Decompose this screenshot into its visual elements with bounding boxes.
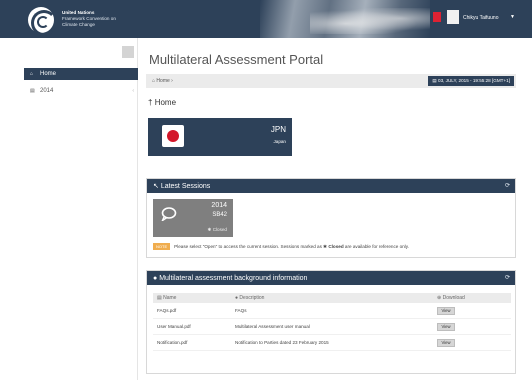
sidebar-item-2014[interactable]: ▤ 2014 ‹ (24, 85, 138, 97)
chevron-left-icon: ‹ (132, 88, 134, 94)
col-download: ⊕ Download (435, 295, 511, 301)
section-heading-text: Home (154, 98, 177, 107)
panel-header: ● Multilateral assessment background inf… (147, 271, 515, 285)
calendar-icon: ▤ (432, 78, 437, 83)
user-name[interactable]: Chikyu Taifuuno (463, 15, 499, 21)
sidebar: ⌂ Home ▤ 2014 ‹ (24, 38, 138, 380)
folder-icon: ▤ (30, 88, 35, 94)
page-title: Multilateral Assessment Portal (149, 52, 324, 67)
panel-title: Multilateral assessment background infor… (159, 274, 308, 282)
unfccc-logo[interactable] (28, 7, 57, 36)
col-name: ▤ Name (153, 295, 235, 301)
note-text-before: Please select "Open" to access the curre… (174, 244, 322, 249)
session-year: 2014 (211, 202, 227, 209)
view-button[interactable]: View (437, 306, 455, 315)
panel-header: ↖ Latest Sessions ⟳ (147, 179, 515, 193)
section-heading: † Home (148, 98, 176, 107)
breadcrumb: ⌂ Home › (152, 78, 173, 84)
date-text: 03, JULY, 2015 - 19:55:28 [GMT+1] (438, 78, 510, 83)
background-info-panel: ● Multilateral assessment background inf… (146, 270, 516, 374)
view-button[interactable]: View (437, 322, 455, 331)
sidebar-collapse-button[interactable] (122, 46, 134, 58)
latest-sessions-panel: ↖ Latest Sessions ⟳ 2014 SB42 ✱ Closed N… (146, 178, 516, 258)
note-text-after: are available for reference only. (344, 244, 409, 249)
session-status: ✱ Closed (208, 227, 227, 233)
view-button[interactable]: View (437, 338, 455, 347)
breadcrumb-home-link[interactable]: Home (156, 78, 169, 84)
top-header: United Nations Framework Convention on C… (0, 0, 532, 38)
sessions-icon: ↖ (153, 183, 161, 190)
refresh-icon[interactable]: ⟳ (505, 274, 510, 281)
header-banner-clouds (310, 8, 430, 34)
home-icon: ⌂ (152, 78, 156, 84)
note-closed-label: Closed (328, 244, 344, 249)
download-cell: View (435, 322, 511, 331)
refresh-icon[interactable]: ⟳ (505, 182, 510, 189)
session-code: SB42 (212, 212, 227, 218)
breadcrumb-separator: › (171, 78, 173, 84)
breadcrumb-bar: ⌂ Home › ▤ 03, JULY, 2015 - 19:55:28 [GM… (146, 74, 516, 88)
chat-bubble-icon (161, 207, 177, 221)
file-name: FAQs.pdf (157, 308, 177, 313)
file-description: Notification to Parties dated 23 Februar… (235, 340, 329, 345)
download-cell: View (435, 338, 511, 347)
col-name-label: Name (163, 295, 177, 301)
country-card[interactable]: JPN Japan (148, 118, 292, 156)
file-description: FAQs (235, 308, 247, 313)
table-row: Notification.pdf Notification to Parties… (153, 335, 511, 351)
col-download-label: Download (442, 295, 465, 301)
country-name: Japan (273, 139, 286, 144)
japan-flag-icon (162, 125, 184, 147)
col-description-label: Description (239, 295, 265, 301)
marker-icon: † (148, 98, 153, 107)
avatar[interactable] (447, 10, 459, 24)
panel-title: Latest Sessions (160, 182, 211, 190)
table-header: ▤ Name ● Description ⊕ Download (153, 293, 511, 303)
download-cell: View (435, 306, 511, 315)
sidebar-item-label: Home (40, 71, 57, 77)
file-description: Multilateral Assessment user manual (235, 324, 310, 329)
table-row: User Manual.pdf Multilateral Assessment … (153, 319, 511, 335)
session-status-text: Closed (212, 227, 227, 232)
note-badge: NOTE (153, 243, 171, 250)
org-name: United Nations Framework Convention on C… (62, 10, 116, 28)
chevron-down-icon[interactable]: ▼ (510, 14, 515, 20)
sessions-note: NOTE Please select "Open" to access the … (153, 243, 409, 250)
col-description: ● Description (235, 295, 435, 301)
sidebar-item-home[interactable]: ⌂ Home (24, 68, 138, 80)
table-row: FAQs.pdf FAQs View (153, 303, 511, 319)
file-name: Notification.pdf (157, 340, 188, 345)
org-line-3: Climate Change (62, 22, 95, 27)
country-code: JPN (270, 125, 286, 134)
file-name: User Manual.pdf (157, 324, 191, 329)
sidebar-item-label: 2014 (40, 88, 54, 94)
documents-table: ▤ Name ● Description ⊕ Download FAQs.pdf… (153, 293, 511, 351)
session-tile[interactable]: 2014 SB42 ✱ Closed (153, 199, 233, 237)
home-icon: ⌂ (30, 71, 34, 77)
date-badge: ▤ 03, JULY, 2015 - 19:55:28 [GMT+1] (428, 76, 514, 86)
notification-flag-icon[interactable] (433, 12, 441, 22)
